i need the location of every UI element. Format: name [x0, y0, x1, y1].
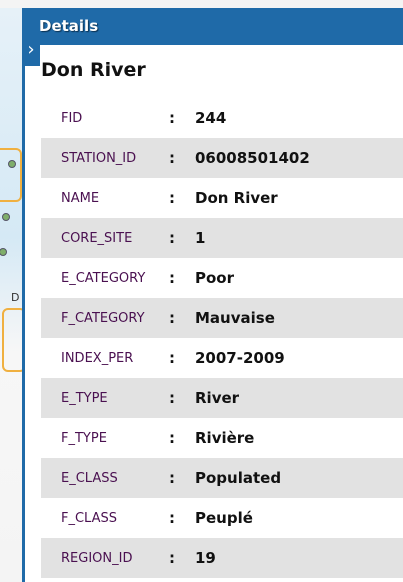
separator: :	[169, 189, 175, 207]
attribute-value: Populated	[195, 469, 282, 487]
details-panel: Details › Don River FID: 244 STATION_ID: 06…	[22, 8, 403, 582]
attribute-value: 19	[195, 549, 216, 567]
separator: :	[169, 549, 175, 567]
attribute-key: REGION_ID	[61, 550, 133, 566]
attribute-value: Mauvaise	[195, 309, 275, 327]
attribute-value: 1	[195, 229, 206, 247]
attribute-row: FID: 244	[41, 98, 403, 138]
attribute-row: F_CLASS: Peuplé	[41, 498, 403, 538]
attribute-row: CORE_SITE: 1	[41, 218, 403, 258]
attribute-value: Poor	[195, 269, 235, 287]
attribute-row: E_CATEGORY: Poor	[41, 258, 403, 298]
feature-title: Don River	[41, 59, 146, 81]
attribute-value: 2007-2009	[195, 349, 285, 367]
separator: :	[169, 429, 175, 447]
attribute-key: F_TYPE	[61, 430, 107, 446]
attribute-row: STATION_ID: 06008501402	[41, 138, 403, 178]
separator: :	[169, 509, 175, 527]
attribute-key: E_CATEGORY	[61, 270, 146, 286]
separator: :	[169, 469, 175, 487]
attribute-value: Peuplé	[195, 509, 253, 527]
attribute-key: FID	[61, 110, 83, 126]
map-road	[0, 148, 22, 202]
separator: :	[169, 269, 175, 287]
separator: :	[169, 109, 175, 127]
separator: :	[169, 149, 175, 167]
attribute-value: 244	[195, 109, 227, 127]
attribute-key: F_CATEGORY	[61, 310, 145, 326]
attribute-key: STATION_ID	[61, 150, 137, 166]
attribute-value: River	[195, 389, 240, 407]
attribute-table: FID: 244 STATION_ID: 06008501402 NAME: Don Ri…	[41, 98, 403, 578]
map-label: D	[11, 291, 20, 304]
attribute-value: 06008501402	[195, 149, 310, 167]
map-station-marker[interactable]	[8, 160, 16, 168]
attribute-row: E_CLASS: Populated	[41, 458, 403, 498]
attribute-key: INDEX_PER	[61, 350, 134, 366]
attribute-row: INDEX_PER: 2007-2009	[41, 338, 403, 378]
map-station-marker[interactable]	[0, 248, 7, 256]
attribute-value: Don River	[195, 189, 278, 207]
attribute-key: E_TYPE	[61, 390, 108, 406]
attribute-key: NAME	[61, 190, 100, 206]
attribute-key: CORE_SITE	[61, 230, 133, 246]
attribute-row: REGION_ID: 19	[41, 538, 403, 578]
panel-header: Details	[25, 8, 403, 45]
attribute-row: E_TYPE: River	[41, 378, 403, 418]
attribute-row: F_CATEGORY: Mauvaise	[41, 298, 403, 338]
separator: :	[169, 389, 175, 407]
map-station-marker[interactable]	[2, 213, 10, 221]
separator: :	[169, 309, 175, 327]
attribute-row: NAME: Don River	[41, 178, 403, 218]
attribute-value: Rivière	[195, 429, 255, 447]
separator: :	[169, 349, 175, 367]
attribute-key: F_CLASS	[61, 510, 117, 526]
separator: :	[169, 229, 175, 247]
map-background[interactable]: D	[0, 8, 26, 582]
attribute-row: F_TYPE: Rivière	[41, 418, 403, 458]
collapse-panel-chevron-icon[interactable]: ›	[22, 36, 40, 66]
attribute-key: E_CLASS	[61, 470, 118, 486]
